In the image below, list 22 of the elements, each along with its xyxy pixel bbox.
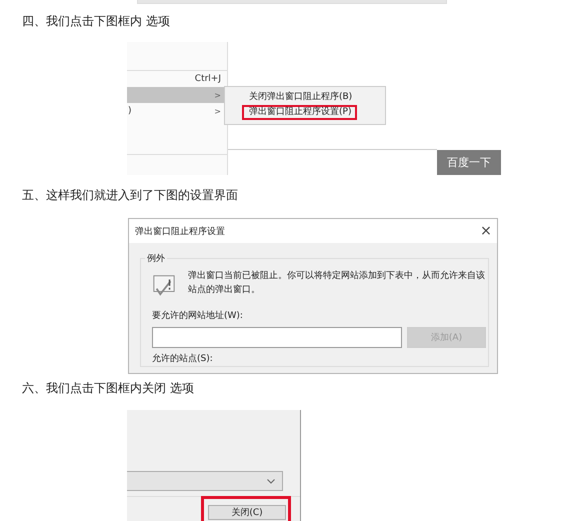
submenu-item[interactable]: 弹出窗口阻止程序设置(P) xyxy=(242,105,357,120)
field-label: 允许的站点(S): xyxy=(152,353,214,366)
step-heading: 五、这样我们就进入到了下图的设置界面 xyxy=(22,187,239,204)
search-button[interactable]: 百度一下 xyxy=(437,150,501,175)
step-heading: 六、我们点击下图框内关闭 选项 xyxy=(22,380,195,397)
input-field[interactable] xyxy=(152,327,402,348)
menu-item[interactable]: ) > xyxy=(127,103,227,119)
group-label: 例外 xyxy=(145,252,167,265)
menu-item[interactable]: Ctrl+J xyxy=(127,71,227,87)
shortcut-text: Ctrl+J xyxy=(194,74,221,84)
menu-item-label: ) xyxy=(128,106,132,116)
submenu-arrow: > xyxy=(214,90,221,100)
close-button[interactable]: 关闭(C) xyxy=(208,505,286,520)
message-text: 弹出窗口当前已被阻止。你可以将特定网站添加到下表中，从而允许来自该站点的弹出窗口。 xyxy=(188,270,486,297)
close-button[interactable]: × xyxy=(475,223,497,239)
window-title: 弹出窗口阻止程序设置 xyxy=(135,226,225,238)
chevron-icon xyxy=(267,479,275,484)
dropdown[interactable] xyxy=(127,471,283,491)
step-heading: 四、我们点击下图框内 选项 xyxy=(22,13,171,30)
submenu-item[interactable]: 关闭弹出窗口阻止程序(B) xyxy=(225,91,385,104)
submenu-arrow: > xyxy=(214,106,221,116)
field-label: 要允许的网站地址(W): xyxy=(152,310,244,322)
